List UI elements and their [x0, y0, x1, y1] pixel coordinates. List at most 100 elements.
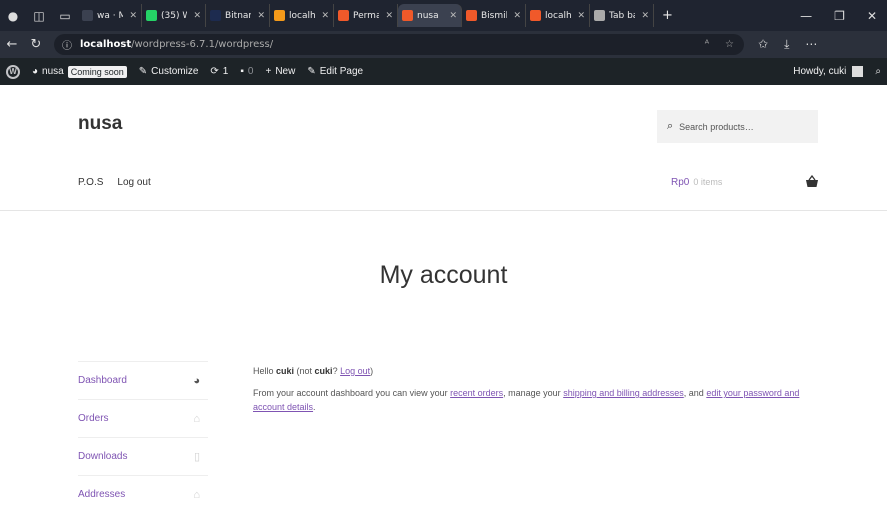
edit-page-link[interactable]: ✎ Edit Page	[301, 58, 369, 85]
cart-count: 0 items	[693, 177, 723, 187]
account-nav-label: Orders	[78, 413, 109, 424]
url-input[interactable]: ⓘ localhost/wordpress-6.7.1/wordpress/ ᴬ…	[54, 34, 744, 55]
updates-count: 1	[222, 66, 229, 77]
customize-label: Customize	[151, 66, 199, 77]
not-text: (not	[294, 366, 315, 376]
site-title[interactable]: nusa	[78, 113, 122, 135]
storefront-page: nusa ⌕ Search products… P.O.S Log out Rp…	[0, 85, 887, 502]
close-paren: )	[370, 366, 374, 376]
home-icon: ⌂	[193, 488, 200, 501]
browser-tabbar: ● ◫ ▭ wa · Me✕(35) Wh✕Bitnami✕localhos✕P…	[0, 0, 887, 31]
site-name-menu[interactable]: ◕ nusa Coming soon	[26, 58, 133, 85]
cart-link[interactable]: Rp0 0 items	[671, 177, 722, 188]
account-content: Hello cuki (not cuki? Log out) From your…	[253, 364, 833, 422]
back-icon[interactable]: ←	[0, 37, 24, 52]
tab-label: nusa	[417, 10, 439, 21]
more-icon[interactable]: ⋯	[805, 37, 817, 52]
account-nav-orders[interactable]: Orders ⌂	[78, 399, 208, 437]
brush-icon: ✎	[138, 66, 148, 77]
tab-actions-icon[interactable]: ▭	[52, 3, 78, 29]
coming-soon-badge[interactable]: Coming soon	[67, 65, 127, 78]
browser-tab[interactable]: Bitnami ✕	[206, 4, 270, 27]
comments-link[interactable]: ▪ 0	[234, 58, 259, 85]
close-tab-icon[interactable]: ✕	[577, 11, 585, 21]
browser-tab[interactable]: Permalin ✕	[334, 4, 398, 27]
close-tab-icon[interactable]: ✕	[513, 11, 521, 21]
account-nav-dashboard[interactable]: Dashboard ◕	[78, 361, 208, 399]
tab-label: Tab baru	[609, 10, 635, 21]
new-content-link[interactable]: + New	[259, 58, 301, 85]
info-icon[interactable]: ⓘ	[62, 37, 72, 52]
new-label: New	[275, 66, 296, 77]
account-navigation: Dashboard ◕ Orders ⌂ Downloads ▯ Addresses ⌂	[78, 361, 208, 513]
close-tab-icon[interactable]: ✕	[385, 11, 393, 21]
close-tab-icon[interactable]: ✕	[257, 11, 265, 21]
tab-label: wa · Me	[97, 10, 123, 21]
url-host: localhost	[80, 39, 132, 50]
tab-label: Bismillah	[481, 10, 507, 21]
hello-text: Hello	[253, 366, 277, 376]
browser-tab[interactable]: localhos ✕	[270, 4, 334, 27]
my-account-menu[interactable]: Howdy, cuki ⌕	[793, 66, 887, 77]
updates-icon: ⟳	[210, 66, 219, 77]
close-tab-icon[interactable]: ✕	[193, 11, 201, 21]
account-nav-label: Downloads	[78, 451, 128, 462]
tab-label: Permalin	[353, 10, 379, 21]
file-icon: ▯	[193, 451, 200, 463]
and-text: , and	[683, 388, 707, 398]
close-tab-icon[interactable]: ✕	[321, 11, 329, 21]
header-divider	[0, 210, 887, 211]
wp-logo-menu[interactable]: W	[0, 58, 26, 85]
url-path: /wordpress-6.7.1/wordpress/	[131, 39, 274, 50]
downloads-icon[interactable]: ⤓	[784, 37, 789, 52]
site-name: nusa	[42, 66, 64, 77]
minimize-icon[interactable]: —	[800, 9, 812, 23]
user-name: cuki	[276, 366, 295, 376]
profile-icon[interactable]: ●	[0, 3, 26, 29]
updates-link[interactable]: ⟳ 1	[204, 58, 234, 85]
close-tab-icon[interactable]: ✕	[641, 11, 649, 21]
plus-icon: +	[265, 66, 272, 77]
addresses-link[interactable]: shipping and billing addresses	[563, 388, 684, 398]
customize-link[interactable]: ✎ Customize	[133, 58, 205, 85]
browser-tab[interactable]: nusa ✕	[398, 4, 462, 27]
edit-page-label: Edit Page	[319, 66, 364, 77]
restore-icon[interactable]: ❐	[834, 9, 845, 23]
menu-item-pos[interactable]: P.O.S	[78, 177, 103, 188]
comments-count: 0	[247, 66, 254, 77]
browser-tab[interactable]: localhos ✕	[526, 4, 590, 27]
account-nav-downloads[interactable]: Downloads ▯	[78, 437, 208, 475]
favorite-star-icon[interactable]: ☆	[725, 39, 734, 50]
dashboard-icon: ◕	[193, 374, 200, 387]
menu-item-logout[interactable]: Log out	[117, 177, 150, 188]
tab-favicon-icon	[402, 10, 413, 21]
question-text: ?	[332, 366, 341, 376]
tab-favicon-icon	[530, 10, 541, 21]
dashboard-intro: From your account dashboard you can view…	[253, 386, 833, 414]
close-tab-icon[interactable]: ✕	[129, 11, 137, 21]
read-aloud-icon[interactable]: ᴬ	[705, 39, 709, 50]
browser-tab[interactable]: Tab baru ✕	[590, 4, 654, 27]
comment-icon: ▪	[240, 66, 244, 77]
greeting: Hello cuki (not cuki? Log out)	[253, 364, 833, 378]
reload-icon[interactable]: ↻	[24, 37, 48, 52]
account-nav-addresses[interactable]: Addresses ⌂	[78, 475, 208, 513]
recent-orders-link[interactable]: recent orders	[450, 388, 503, 398]
search-icon[interactable]: ⌕	[875, 66, 881, 77]
product-search-input[interactable]: ⌕ Search products…	[657, 110, 818, 143]
new-tab-icon[interactable]: +	[654, 8, 681, 23]
collections-icon[interactable]: ◫	[26, 3, 52, 29]
cart-amount: Rp0	[671, 177, 690, 188]
wp-admin-bar: W ◕ nusa Coming soon ✎ Customize ⟳ 1 ▪ 0 + New…	[0, 58, 887, 85]
close-window-icon[interactable]: ✕	[867, 9, 877, 23]
account-nav-label: Addresses	[78, 489, 126, 500]
basket-icon[interactable]	[805, 175, 819, 189]
close-tab-icon[interactable]: ✕	[449, 11, 457, 21]
period-text: .	[313, 402, 316, 412]
browser-tab[interactable]: wa · Me ✕	[78, 4, 142, 27]
tab-label: localhos	[289, 10, 316, 21]
browser-tab[interactable]: (35) Wh ✕	[142, 4, 206, 27]
favorites-icon[interactable]: ✩	[758, 37, 768, 52]
browser-tab[interactable]: Bismillah ✕	[462, 4, 526, 27]
logout-link[interactable]: Log out	[340, 366, 370, 376]
